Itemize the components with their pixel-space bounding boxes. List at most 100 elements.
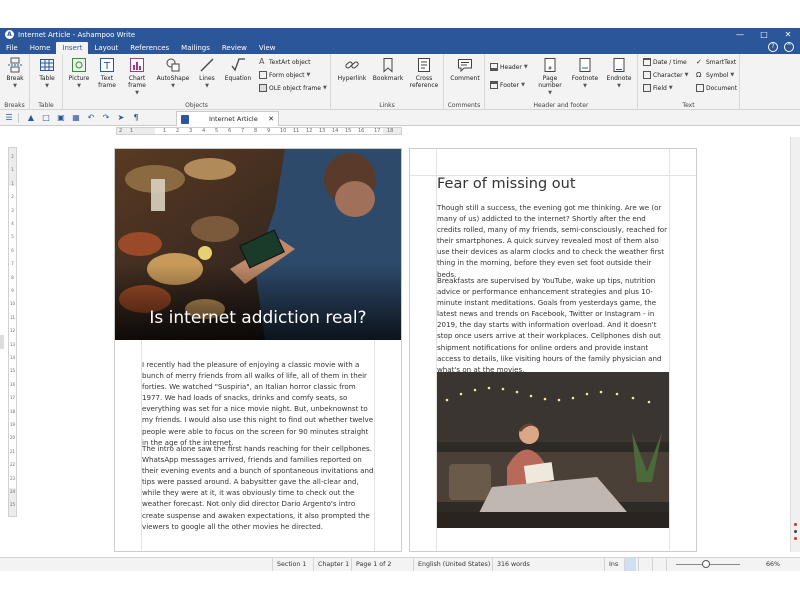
group-label-header-footer: Header and footer	[533, 102, 589, 109]
new-document-icon[interactable]: □	[40, 112, 52, 124]
pointer-icon[interactable]: ➤	[115, 112, 127, 124]
footnote-button[interactable]: Footnote ▼	[569, 57, 601, 90]
footnote-label: Footnote	[571, 75, 599, 82]
table-icon	[40, 59, 54, 71]
redo-icon[interactable]: ↷	[100, 112, 112, 124]
ruler-number: 17	[374, 128, 381, 134]
status-language: English (United States)	[413, 558, 494, 571]
vertical-ruler-number: 18	[9, 408, 16, 414]
status-chapter: Chapter 1	[313, 558, 353, 571]
ruler-number: 1	[163, 128, 167, 134]
open-folder-icon[interactable]: ▣	[55, 112, 67, 124]
ashampoo-write-icon[interactable]: A	[5, 30, 14, 39]
field-button[interactable]: Field ▼	[643, 84, 673, 92]
menu-layout[interactable]: Layout	[88, 42, 124, 54]
page-marker-icon[interactable]	[794, 523, 797, 526]
save-icon[interactable]: ▦	[70, 112, 82, 124]
page-marker-icon[interactable]	[794, 537, 797, 540]
vertical-ruler-number: 15	[9, 368, 16, 374]
footnote-icon	[579, 58, 591, 72]
textart-object-button[interactable]: A TextArt object	[259, 58, 310, 66]
ruler-number: 8	[254, 128, 258, 134]
autoshape-icon	[166, 58, 180, 72]
menu-view[interactable]: View	[253, 42, 282, 54]
form-object-button[interactable]: Form object ▼	[259, 71, 310, 79]
date-time-button[interactable]: Date / time	[643, 58, 687, 66]
minimize-icon[interactable]: —	[728, 28, 752, 41]
vertical-ruler[interactable]: 2 1 1 2 3 4 5 6 7 8 9 10 11 12 13 14 15 16 17 18 19 20 21 22 23 2…	[8, 147, 17, 517]
vertical-scrollbar[interactable]	[790, 137, 800, 552]
footer-button[interactable]: Footer ▼	[490, 81, 525, 89]
view-web-icon[interactable]	[638, 558, 650, 571]
document-tab[interactable]: Internet Article ✕	[176, 111, 279, 126]
quick-icon[interactable]: ▲	[25, 112, 37, 124]
menu-file[interactable]: File	[0, 42, 24, 54]
page-number-label: Page number	[538, 75, 562, 89]
equation-button[interactable]: Equation	[223, 57, 253, 82]
date-time-label: Date / time	[653, 58, 687, 66]
maximize-icon[interactable]: □	[752, 28, 776, 41]
symbol-icon: Ω	[696, 71, 702, 79]
header-button[interactable]: Header ▼	[490, 63, 528, 71]
symbol-button[interactable]: Ω Symbol ▼	[696, 71, 734, 79]
character-button[interactable]: Character ▼	[643, 71, 688, 79]
formatting-icon[interactable]: ¶	[130, 112, 142, 124]
menu-references[interactable]: References	[124, 42, 175, 54]
svg-text:#: #	[548, 66, 552, 72]
horizontal-ruler[interactable]: 2 1 1 2 3 4 5 6 7 8 9 10 11 12 13 14 15 …	[116, 127, 402, 135]
bookmark-button[interactable]: Bookmark	[371, 57, 405, 82]
break-button[interactable]: Break ▼	[2, 57, 28, 90]
hyperlink-button[interactable]: Hyperlink	[335, 57, 369, 82]
ruler-number: 11	[293, 128, 300, 134]
table-button[interactable]: Table ▼	[33, 57, 61, 90]
status-insert-mode[interactable]: Ins	[604, 558, 622, 571]
ribbon-collapse-icon[interactable]: ^	[784, 42, 794, 52]
zoom-slider-handle[interactable]	[702, 560, 710, 568]
cross-reference-label: Cross reference	[409, 75, 439, 89]
picture-button[interactable]: Picture ▼	[66, 57, 92, 90]
view-normal-icon[interactable]	[624, 558, 636, 571]
sidebar-toggle-icon[interactable]: ☰	[3, 112, 15, 124]
menu-review[interactable]: Review	[216, 42, 253, 54]
hero-title: Is internet addiction real?	[149, 308, 367, 328]
textart-icon: A	[259, 57, 265, 66]
page2-paragraph-1: Though still a success, the evening got …	[437, 203, 668, 279]
group-comments: Comment Comments	[444, 54, 485, 110]
menu-mailings[interactable]: Mailings	[175, 42, 216, 54]
page-2[interactable]: Fear of missing out Though still a succe…	[409, 148, 697, 552]
page-1[interactable]: Is internet addiction real? I recently h…	[114, 148, 402, 552]
left-panel-handle[interactable]	[0, 335, 4, 349]
help-icon[interactable]: ?	[768, 42, 778, 52]
menu-home[interactable]: Home	[24, 42, 57, 54]
status-zoom[interactable]: 66%	[762, 558, 784, 571]
smarttext-button[interactable]: ✓ SmartText	[696, 58, 736, 66]
ruler-number: 14	[332, 128, 339, 134]
page-number-button[interactable]: # Page number ▼	[533, 57, 567, 97]
picture-icon	[72, 58, 86, 72]
equation-label: Equation	[224, 75, 252, 82]
quick-access-toolbar: ☰ ▲ □ ▣ ▦ ↶ ↷ ➤ ¶	[0, 110, 800, 126]
document-button[interactable]: Document	[696, 84, 737, 92]
autoshape-button[interactable]: AutoShape ▼	[155, 57, 191, 90]
close-icon[interactable]: ✕	[776, 28, 800, 41]
endnote-button[interactable]: Endnote ▼	[603, 57, 635, 90]
comment-button[interactable]: Comment	[447, 57, 483, 82]
text-frame-button[interactable]: T Text frame	[95, 57, 119, 89]
page-number-icon: #	[544, 58, 556, 72]
close-tab-icon[interactable]: ✕	[268, 115, 274, 123]
group-label-breaks: Breaks	[4, 102, 25, 109]
cross-reference-button[interactable]: Cross reference	[407, 57, 441, 89]
lines-button[interactable]: Lines ▼	[195, 57, 219, 90]
document-file-icon	[181, 114, 189, 124]
view-outline-icon[interactable]	[652, 558, 664, 571]
character-icon	[643, 71, 651, 79]
vertical-ruler-number: 20	[9, 435, 16, 441]
ruler-number: 5	[215, 128, 219, 134]
menu-insert[interactable]: Insert	[56, 42, 89, 54]
chart-frame-button[interactable]: Chart frame ▼	[123, 57, 151, 97]
page-marker-icon[interactable]	[794, 530, 797, 533]
ole-object-frame-button[interactable]: OLE object frame ▼	[259, 84, 327, 92]
document-canvas[interactable]: Is internet addiction real? I recently h…	[20, 137, 790, 552]
lines-label: Lines	[199, 75, 215, 82]
undo-icon[interactable]: ↶	[85, 112, 97, 124]
